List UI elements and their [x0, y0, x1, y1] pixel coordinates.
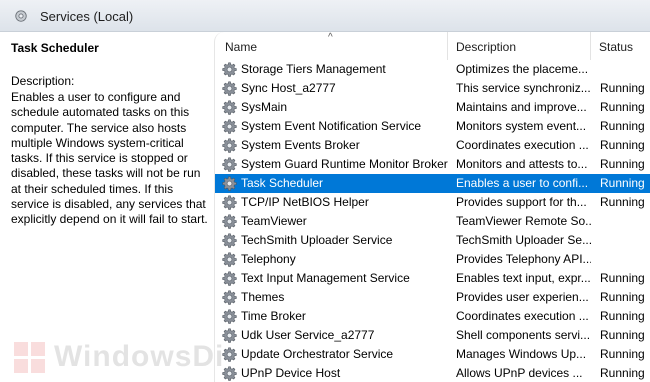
service-status: Running	[600, 81, 645, 95]
service-description: Coordinates execution ...	[456, 309, 589, 323]
service-row[interactable]: TechSmith Uploader Service TechSmith Uplo…	[215, 231, 650, 250]
service-row[interactable]: Task Scheduler Enables a user to confi...…	[215, 174, 650, 193]
services-gear-icon	[15, 10, 27, 22]
service-status: Running	[600, 328, 645, 342]
column-header-name-label: Name	[225, 40, 258, 54]
service-name: System Event Notification Service	[241, 119, 422, 133]
service-description: Shell components servi...	[456, 328, 591, 342]
service-row[interactable]: Sync Host_a2777 This service synchroniz..…	[215, 79, 650, 98]
service-name: Themes	[241, 290, 285, 304]
service-description: Monitors and attests to...	[456, 157, 588, 171]
service-name: Time Broker	[241, 309, 306, 323]
service-row[interactable]: Time Broker Coordinates execution ... Runn…	[215, 307, 650, 326]
service-row[interactable]: TeamViewer TeamViewer Remote So...	[215, 212, 650, 231]
service-status: Running	[600, 347, 645, 361]
service-description-text: Enables a user to configure and schedule…	[11, 90, 208, 227]
selected-service-title: Task Scheduler	[11, 41, 99, 55]
service-gear-icon	[222, 62, 237, 77]
services-list[interactable]: ^ Name Description Status Storage Tiers …	[214, 32, 650, 382]
service-name: Sync Host_a2777	[241, 81, 336, 95]
service-status: Running	[600, 195, 645, 209]
column-header-status-label: Status	[599, 40, 634, 54]
service-name: UPnP Device Host	[241, 366, 341, 380]
service-description: Provides Telephony API...	[456, 252, 591, 266]
service-description: Allows UPnP devices ...	[456, 366, 583, 380]
service-gear-icon	[222, 119, 237, 134]
service-row[interactable]: TCP/IP NetBIOS Helper Provides support fo…	[215, 193, 650, 212]
service-status: Running	[600, 157, 645, 171]
service-row[interactable]: System Events Broker Coordinates executio…	[215, 136, 650, 155]
service-description: TeamViewer Remote So...	[456, 214, 591, 228]
service-row[interactable]: Text Input Management Service Enables tex…	[215, 269, 650, 288]
service-name: System Guard Runtime Monitor Broker	[241, 157, 448, 171]
column-header-name[interactable]: Name	[215, 32, 447, 60]
description-label: Description:	[11, 74, 75, 88]
console-header: Services (Local)	[0, 0, 650, 32]
service-description: Monitors system event...	[456, 119, 587, 133]
service-name: Udk User Service_a2777	[241, 328, 375, 342]
service-gear-icon	[222, 328, 237, 343]
service-status: Running	[600, 366, 645, 380]
service-gear-icon	[222, 214, 237, 229]
service-description: Enables a user to confi...	[456, 176, 589, 190]
service-gear-icon	[222, 81, 237, 96]
service-name: TechSmith Uploader Service	[241, 233, 393, 247]
service-name: TCP/IP NetBIOS Helper	[241, 195, 369, 209]
service-row[interactable]: Telephony Provides Telephony API...	[215, 250, 650, 269]
service-description: TechSmith Uploader Se...	[456, 233, 591, 247]
service-name: Storage Tiers Management	[241, 62, 386, 76]
service-description: This service synchroniz...	[456, 81, 591, 95]
service-row[interactable]: Themes Provides user experien... Running	[215, 288, 650, 307]
console-title: Services (Local)	[40, 9, 134, 24]
service-description: Provides support for th...	[456, 195, 587, 209]
service-gear-icon	[222, 157, 237, 172]
service-status: Running	[600, 100, 645, 114]
service-row[interactable]: UPnP Device Host Allows UPnP devices ... R…	[215, 364, 650, 382]
service-status: Running	[600, 290, 645, 304]
service-status: Running	[600, 176, 645, 190]
service-name: System Events Broker	[241, 138, 360, 152]
service-description: Maintains and improve...	[456, 100, 587, 114]
column-header-description-label: Description	[456, 40, 517, 54]
service-gear-icon	[222, 290, 237, 305]
service-gear-icon	[222, 138, 237, 153]
service-row[interactable]: Udk User Service_a2777 Shell components s…	[215, 326, 650, 345]
service-description: Optimizes the placeme...	[456, 62, 589, 76]
service-name: Task Scheduler	[241, 176, 324, 190]
service-gear-icon	[222, 176, 237, 191]
service-gear-icon	[222, 309, 237, 324]
service-description: Manages Windows Up...	[456, 347, 587, 361]
service-name: Text Input Management Service	[241, 271, 410, 285]
service-gear-icon	[222, 347, 237, 362]
service-gear-icon	[222, 271, 237, 286]
service-row[interactable]: System Event Notification Service Monitor…	[215, 117, 650, 136]
service-description: Coordinates execution ...	[456, 138, 589, 152]
service-gear-icon	[222, 100, 237, 115]
service-row[interactable]: SysMain Maintains and improve... Running	[215, 98, 650, 117]
column-header-status[interactable]: Status	[591, 32, 650, 60]
service-row[interactable]: System Guard Runtime Monitor Broker Monit…	[215, 155, 650, 174]
service-status: Running	[600, 271, 645, 285]
service-status: Running	[600, 309, 645, 323]
service-gear-icon	[222, 195, 237, 210]
service-gear-icon	[222, 252, 237, 267]
service-row[interactable]: Update Orchestrator Service Manages Windo…	[215, 345, 650, 364]
service-status: Running	[600, 119, 645, 133]
service-row[interactable]: Storage Tiers Management Optimizes the pl…	[215, 60, 650, 79]
service-name: Update Orchestrator Service	[241, 347, 394, 361]
service-gear-icon	[222, 233, 237, 248]
service-description: Enables text input, expr...	[456, 271, 591, 285]
service-status: Running	[600, 138, 645, 152]
service-gear-icon	[222, 366, 237, 381]
service-description: Provides user experien...	[456, 290, 589, 304]
service-name: Telephony	[241, 252, 296, 266]
service-name: TeamViewer	[241, 214, 307, 228]
column-header-description[interactable]: Description	[448, 32, 590, 60]
service-name: SysMain	[241, 100, 288, 114]
extended-detail-pane: Task Scheduler Description: Enables a us…	[0, 32, 214, 382]
